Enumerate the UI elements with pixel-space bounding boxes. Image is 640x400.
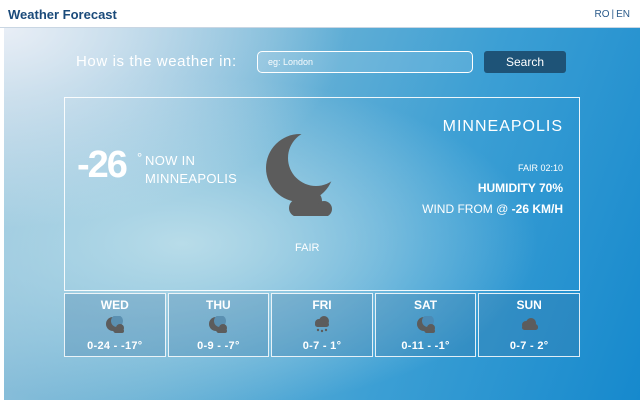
forecast-day-thu[interactable]: THU 0-9 - -7° [167, 293, 270, 357]
degree-symbol: ° [137, 150, 143, 165]
wind-value: -26 KM/H [511, 202, 563, 216]
search-label: How is the weather in: [76, 53, 237, 70]
humidity-value: 70% [538, 181, 563, 195]
forecast-range: 0-11 - -1° [401, 340, 450, 352]
cloud-icon [518, 316, 540, 334]
moon-cloud-icon [260, 124, 340, 217]
forecast-range: 0-7 - 1° [302, 340, 342, 352]
forecast-day-fri[interactable]: FRI 0-7 - 1° [271, 293, 373, 357]
now-in-city: MINNEAPOLIS [145, 171, 238, 187]
forecast-day-wed[interactable]: WED 0-24 - -17° [64, 293, 166, 357]
now-in-label: NOW IN MINNEAPOLIS [145, 152, 237, 188]
forecast-day-sat[interactable]: SAT 0-11 - -1° [374, 293, 477, 357]
city-name: MINNEAPOLIS [442, 118, 563, 135]
app-title: Weather Forecast [8, 7, 117, 22]
language-switcher: RO | EN [594, 9, 630, 20]
wind-label: WIND FROM @ [422, 202, 509, 216]
forecast-range: 0-24 - -17° [87, 340, 143, 352]
humidity-label: HUMIDITY [477, 181, 536, 195]
forecast-day-sun[interactable]: SUN 0-7 - 2° [478, 293, 580, 357]
forecast-day-name: THU [206, 298, 231, 312]
current-condition: FAIR [295, 242, 320, 254]
snow-cloud-icon [311, 316, 333, 334]
forecast-day-name: SUN [516, 298, 542, 312]
forecast-range: 0-7 - 2° [509, 340, 549, 352]
humidity: HUMIDITY 70% [478, 181, 563, 195]
forecast-strip: WED 0-24 - -17° THU 0-9 - -7° FRI 0-7 - … [64, 293, 580, 357]
forecast-day-name: SAT [414, 298, 438, 312]
top-bar: Weather Forecast RO | EN [0, 0, 640, 28]
forecast-range: 0-9 - -7° [197, 340, 240, 352]
observation-time: FAIR 02:10 [517, 163, 563, 173]
forecast-day-name: WED [100, 298, 129, 312]
search-button[interactable]: Search [484, 51, 566, 73]
forecast-day-name: FRI [312, 298, 332, 312]
current-weather-card: -26 ° NOW IN MINNEAPOLIS FAIR MINNEAPOLI… [64, 97, 580, 291]
current-temperature: -26 [77, 144, 128, 186]
moon-cloud-icon [415, 315, 437, 334]
lang-en-link[interactable]: EN [616, 9, 630, 20]
moon-cloud-icon [104, 315, 126, 334]
search-input[interactable] [257, 51, 473, 73]
lang-ro-link[interactable]: RO [594, 9, 609, 20]
weather-stage: How is the weather in: Search -26 ° NOW … [4, 28, 640, 400]
moon-cloud-icon [207, 315, 229, 334]
wind: WIND FROM @ -26 KM/H [422, 202, 563, 216]
now-in-line1: NOW IN [145, 153, 196, 168]
